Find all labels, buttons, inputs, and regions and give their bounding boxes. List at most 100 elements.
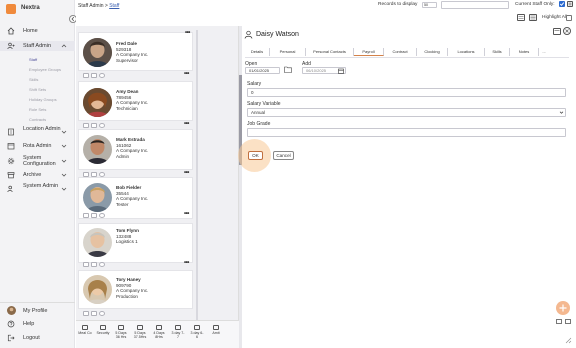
open-date-select[interactable]: 01/01/2025: [245, 67, 280, 74]
sidebar-subitem-contracts[interactable]: Contracts: [29, 117, 46, 122]
sidebar-item-location-admin[interactable]: Location Admin: [0, 126, 75, 138]
sidebar-item-system-admin[interactable]: System Admin: [0, 183, 75, 195]
pattern-icon: [118, 325, 124, 330]
shift-pattern-item[interactable]: 3 day 6- 6: [189, 325, 205, 339]
lock-icon[interactable]: [99, 73, 105, 78]
expand-panel-button[interactable]: [553, 28, 561, 35]
cancel-button[interactable]: Cancel: [273, 151, 294, 160]
tab-more[interactable]: ...: [539, 48, 549, 56]
shift-pattern-item[interactable]: 3 day 7- 7: [170, 325, 186, 339]
more-options-icon[interactable]: •••: [184, 71, 189, 77]
card-action-icon[interactable]: [91, 311, 97, 316]
lock-icon[interactable]: [99, 123, 105, 128]
tab-notes[interactable]: Notes: [510, 48, 539, 56]
sidebar-item-system-configuration[interactable]: System Configuration: [0, 155, 75, 167]
card-action-icon[interactable]: [83, 123, 89, 128]
tab-contract[interactable]: Contract: [384, 48, 417, 56]
more-options-icon[interactable]: •••: [184, 260, 189, 266]
sidebar-subitem-staff[interactable]: Staff: [29, 57, 37, 62]
sidebar-item-home[interactable]: Home: [0, 27, 75, 35]
more-options-icon[interactable]: •••: [184, 211, 189, 217]
highlight-all-checkbox[interactable]: [566, 15, 572, 21]
add-fab-button[interactable]: [556, 301, 570, 315]
staff-card[interactable]: Fred Dale 529318 A Company Inc. Supervis…: [78, 30, 193, 71]
resize-handle-icon[interactable]: [564, 336, 572, 344]
breadcrumb-current[interactable]: Staff: [109, 3, 119, 9]
pattern-icon: [175, 325, 181, 330]
sidebar-subitem-employee-groups[interactable]: Employee Groups: [29, 67, 61, 72]
sidebar-item-my-profile[interactable]: My Profile: [0, 306, 75, 315]
staff-role: Technician: [116, 105, 138, 111]
current-staff-label: Current Staff Only:: [515, 2, 555, 7]
shift-pattern-label: Meal Co: [78, 331, 92, 335]
sidebar-subitem-skills[interactable]: Skills: [29, 77, 38, 82]
lock-icon[interactable]: [99, 213, 105, 218]
staff-card[interactable]: Mark Estrada 161062 A Company Inc. Admin: [78, 129, 193, 170]
lock-icon[interactable]: [99, 262, 105, 267]
sidebar-subitem-shift-sets[interactable]: Shift Sets: [29, 87, 46, 92]
lock-icon[interactable]: [99, 311, 105, 316]
shift-pattern-item[interactable]: 5 Days 36 Hrs: [113, 325, 129, 339]
salary-variable-select[interactable]: Annual: [247, 108, 566, 117]
sidebar-subitem-role-sets[interactable]: Role Sets: [29, 107, 46, 112]
pattern-icon: [194, 325, 200, 330]
job-grade-input[interactable]: [247, 128, 566, 137]
shift-pattern-item[interactable]: 4 Days 8Hrs: [151, 325, 167, 339]
shift-pattern-item[interactable]: Security: [95, 325, 111, 335]
calendar-icon[interactable]: [338, 68, 344, 74]
sidebar-item-label: System Admin: [23, 183, 59, 189]
tab-skills[interactable]: Skills: [485, 48, 510, 56]
tab-personal-contacts[interactable]: Personal Contacts: [306, 48, 354, 56]
card-action-icon[interactable]: [83, 262, 89, 267]
chevron-down-icon: [61, 173, 67, 177]
grid-view-button[interactable]: [517, 14, 525, 21]
tab-clocking[interactable]: Clocking: [417, 48, 448, 56]
logout-icon: [7, 334, 15, 342]
more-options-icon[interactable]: •••: [184, 170, 189, 176]
tab-details[interactable]: Details: [245, 48, 270, 56]
search-input[interactable]: [441, 1, 509, 9]
breadcrumb-root[interactable]: Staff Admin: [78, 3, 103, 9]
staff-card[interactable]: Tom Flynn 132488 Logistics 1: [78, 223, 193, 263]
menu-button[interactable]: [567, 1, 573, 7]
ok-button[interactable]: OK: [248, 151, 263, 160]
shift-pattern-item[interactable]: Amit: [208, 325, 224, 335]
sidebar-item-archive[interactable]: Archive: [0, 171, 75, 179]
sidebar-subitem-holiday-groups[interactable]: Holiday Groups: [29, 97, 57, 102]
hamburger-icon: [568, 2, 572, 6]
tab-payroll[interactable]: Payroll: [354, 48, 384, 56]
staff-card[interactable]: Amy Dean 789456 A Company Inc. Technicia…: [78, 81, 193, 121]
tab-locations[interactable]: Locations: [448, 48, 485, 56]
staff-list-scrollbar[interactable]: [196, 30, 198, 320]
folder-icon[interactable]: [284, 66, 292, 73]
records-input[interactable]: 50: [422, 2, 437, 8]
card-action-icon[interactable]: [83, 311, 89, 316]
tab-personal[interactable]: Personal: [270, 48, 306, 56]
more-options-icon[interactable]: •••: [184, 121, 189, 127]
close-panel-button[interactable]: [563, 27, 571, 35]
card-action-icon[interactable]: [91, 262, 97, 267]
salary-input[interactable]: 0: [247, 88, 566, 97]
person-name-title: Daisy Watson: [256, 31, 299, 38]
card-action-icon[interactable]: [91, 123, 97, 128]
staff-card[interactable]: Tory Haney 909790 A Company Inc. Product…: [78, 270, 193, 309]
shift-pattern-item[interactable]: Meal Co: [77, 325, 93, 335]
list-view-button[interactable]: [529, 14, 537, 21]
sidebar-item-staff-admin[interactable]: Staff Admin: [0, 41, 75, 51]
current-staff-checkbox[interactable]: [559, 1, 565, 7]
card-action-icon[interactable]: [91, 213, 97, 218]
sidebar-item-rota-admin[interactable]: Rota Admin: [0, 142, 75, 150]
more-options-icon[interactable]: •••: [185, 30, 190, 36]
user-icon: [244, 30, 253, 39]
sidebar-item-label: Logout: [23, 335, 40, 341]
window-icon[interactable]: [565, 319, 571, 324]
sidebar-item-logout[interactable]: Logout: [0, 334, 75, 342]
shift-pattern-label: Security: [96, 331, 110, 335]
sidebar-item-help[interactable]: Help: [0, 320, 75, 328]
staff-id: 909790: [116, 282, 132, 288]
card-action-icon[interactable]: [91, 73, 97, 78]
mail-icon[interactable]: [83, 73, 89, 78]
card-action-icon[interactable]: [83, 213, 89, 218]
shift-pattern-item[interactable]: 5 Days 37.5Hrs: [132, 325, 148, 339]
restore-icon[interactable]: [556, 319, 562, 324]
